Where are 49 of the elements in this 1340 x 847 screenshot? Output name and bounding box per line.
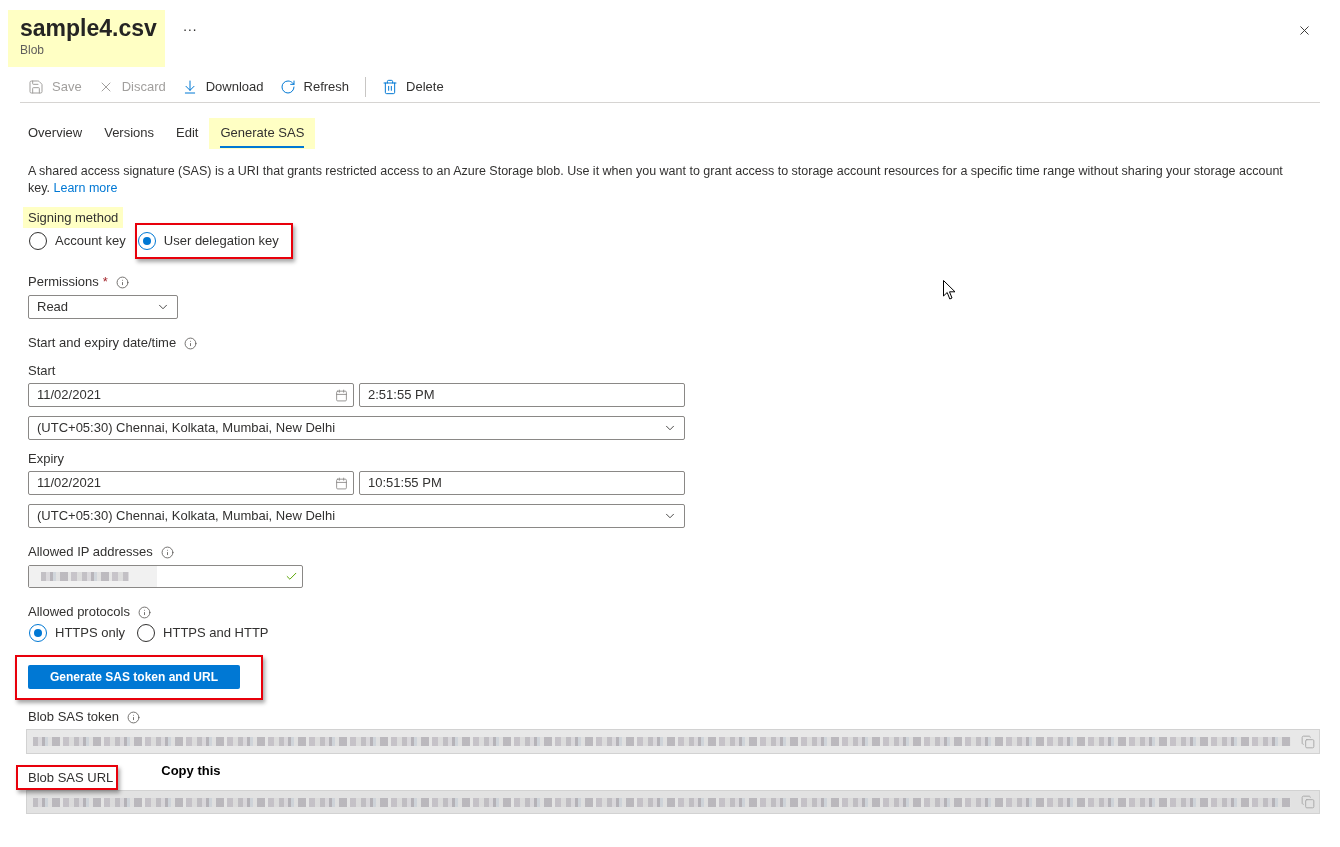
learn-more-link[interactable]: Learn more <box>53 181 118 195</box>
range-label: Expiry <box>28 451 65 467</box>
info-icon[interactable] <box>127 710 141 724</box>
trash-icon <box>382 79 399 95</box>
radio-label[interactable]: User delegation key <box>163 233 279 249</box>
required-mark: * <box>102 274 108 290</box>
allowed-protocols-label: Allowed protocols <box>28 604 130 620</box>
refresh-icon <box>279 79 296 95</box>
blob-subtitle: Blob <box>20 43 45 57</box>
date-field[interactable]: 11/02/2021 <box>28 471 354 495</box>
blob-title: sample4.csv <box>20 14 157 43</box>
info-icon[interactable] <box>137 605 151 619</box>
radio-label[interactable]: HTTPS and HTTP <box>163 625 269 641</box>
refresh-button[interactable]: Refresh <box>271 73 358 101</box>
permissions-label: Permissions <box>28 274 99 290</box>
close-icon[interactable] <box>1297 23 1312 38</box>
tab[interactable]: Edit <box>165 118 210 149</box>
tab[interactable]: Overview <box>17 118 94 149</box>
download-button[interactable]: Download <box>173 73 272 101</box>
info-icon[interactable] <box>160 545 174 559</box>
radio-label[interactable]: HTTPS only <box>55 625 126 641</box>
ip-address-field[interactable] <box>28 565 303 588</box>
time-field[interactable]: 10:51:55 PM <box>359 471 685 495</box>
time-field[interactable]: 2:51:55 PM <box>359 383 685 407</box>
sas-token-field[interactable] <box>26 729 1320 754</box>
tab[interactable]: Versions <box>93 118 166 149</box>
mouse-pointer-icon <box>943 280 956 300</box>
sas-url-label: Blob SAS URL <box>28 769 114 786</box>
signing-method-label: Signing method <box>23 207 124 228</box>
generate-sas-button[interactable]: Generate SAS token and URL <box>28 665 240 689</box>
tab[interactable]: Generate SAS <box>209 118 316 149</box>
more-button[interactable]: ··· <box>182 22 197 36</box>
timezone-dropdown[interactable]: (UTC+05:30) Chennai, Kolkata, Mumbai, New Delhi <box>28 416 685 440</box>
sas-token-label: Blob SAS token <box>28 709 120 725</box>
timezone-dropdown[interactable]: (UTC+05:30) Chennai, Kolkata, Mumbai, New Delhi <box>28 504 685 528</box>
copy-this-note: Copy this <box>161 763 221 779</box>
date-time-label: Start and expiry date/time <box>28 335 177 351</box>
sas-url-field[interactable] <box>26 790 1320 814</box>
delete-button[interactable]: Delete <box>374 73 452 101</box>
calendar-icon[interactable] <box>335 388 348 402</box>
description-text: A shared access signature (SAS) is a URI that grants restricted access to an Azure Storage blob. Use it when you want to grant access to storage account resources for a specific time range without sharing your storage account key. Learn more <box>28 163 1284 197</box>
range-label: Start <box>28 363 56 379</box>
radio-label[interactable]: Account key <box>55 233 126 249</box>
permissions-dropdown[interactable]: Read <box>28 295 178 319</box>
calendar-icon[interactable] <box>335 476 348 490</box>
info-icon[interactable] <box>115 275 129 289</box>
date-field[interactable]: 11/02/2021 <box>28 383 354 407</box>
allowed-ip-label: Allowed IP addresses <box>28 544 153 560</box>
info-icon[interactable] <box>184 336 198 350</box>
